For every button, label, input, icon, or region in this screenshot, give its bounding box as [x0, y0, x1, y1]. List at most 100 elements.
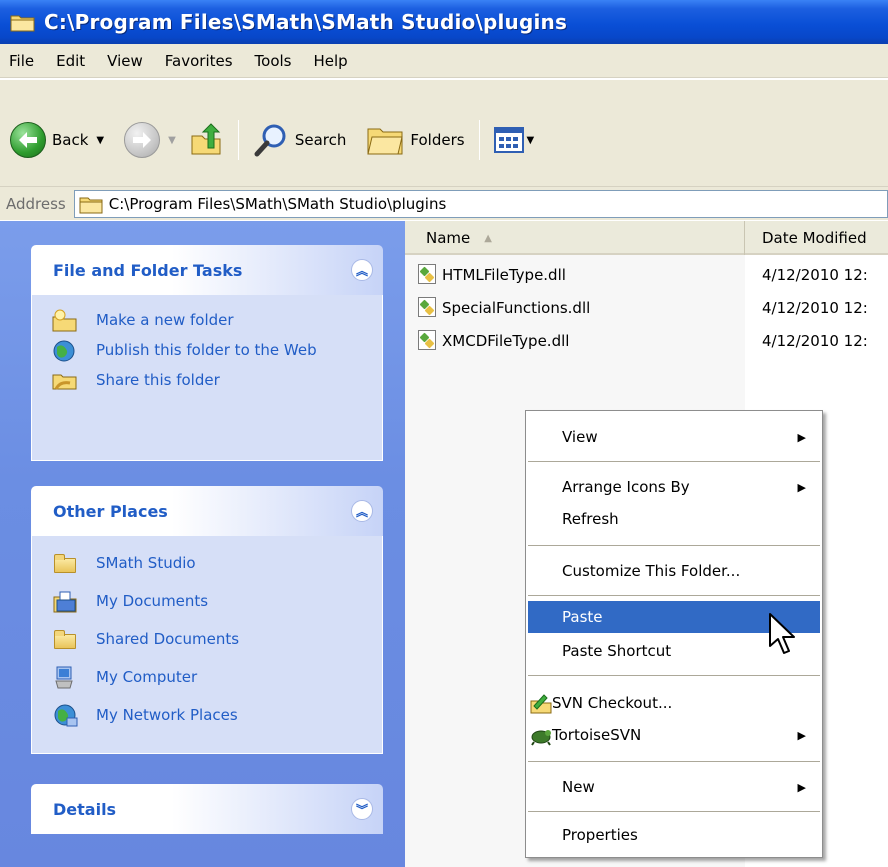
place-label: My Documents [96, 592, 209, 610]
menu-edit[interactable]: Edit [45, 52, 96, 70]
details-panel: Details ︾ [31, 784, 383, 834]
menu-item-label: Paste [562, 608, 603, 626]
file-row[interactable]: SpecialFunctions.dll 4/12/2010 12: [405, 294, 888, 321]
menu-item-arrange-icons-by[interactable]: Arrange Icons By ▶ [528, 471, 820, 503]
toolbar-separator [237, 120, 239, 160]
place-shared-documents[interactable]: Shared Documents [52, 628, 372, 652]
dll-file-icon [418, 264, 438, 285]
panel-header[interactable]: File and Folder Tasks ︽ [31, 245, 383, 295]
window-title: C:\Program Files\SMath\SMath Studio\plug… [44, 10, 568, 34]
menu-file[interactable]: File [0, 52, 45, 70]
task-make-new-folder[interactable]: Make a new folder [52, 309, 372, 333]
other-places-panel: Other Places ︽ SMath Studio My Documents… [31, 486, 383, 754]
menu-item-view[interactable]: View ▶ [528, 421, 820, 453]
menu-item-new[interactable]: New ▶ [528, 771, 820, 803]
forward-button[interactable]: ▼ [118, 116, 182, 164]
up-folder-button[interactable] [182, 116, 230, 164]
svn-checkout-icon [530, 692, 552, 714]
task-share-folder[interactable]: Share this folder [52, 369, 372, 393]
column-name[interactable]: Name ▲ [405, 221, 745, 255]
search-label: Search [294, 131, 347, 149]
menu-item-svn-checkout[interactable]: SVN Checkout... [528, 687, 820, 719]
column-date-label: Date Modified [762, 229, 867, 247]
views-button[interactable]: ▼ [488, 116, 541, 164]
task-publish-folder[interactable]: Publish this folder to the Web [52, 339, 372, 363]
panel-title: Other Places [53, 501, 168, 521]
menu-separator [528, 595, 820, 596]
panel-header[interactable]: Details ︾ [31, 784, 383, 834]
menu-item-refresh[interactable]: Refresh [528, 503, 820, 535]
file-name: SpecialFunctions.dll [442, 298, 591, 317]
place-my-computer[interactable]: My Computer [52, 666, 372, 690]
folders-label: Folders [410, 131, 465, 149]
folder-icon [10, 12, 36, 32]
toolbar: Back ▼ ▼ Search Folders ▼ [0, 79, 888, 189]
search-button[interactable]: Search [247, 116, 353, 164]
tortoisesvn-icon [530, 724, 552, 746]
menu-item-label: Properties [562, 826, 638, 844]
address-label: Address [6, 194, 66, 213]
folder-icon [52, 552, 78, 576]
back-dropdown-icon[interactable]: ▼ [96, 135, 104, 146]
task-label: Publish this folder to the Web [96, 341, 317, 359]
place-my-network-places[interactable]: My Network Places [52, 704, 372, 728]
dll-file-icon [418, 330, 438, 351]
menu-item-tortoisesvn[interactable]: TortoiseSVN ▶ [528, 719, 820, 751]
back-button[interactable]: Back ▼ [4, 116, 110, 164]
panel-body: SMath Studio My Documents Shared Documen… [31, 536, 383, 754]
computer-icon [52, 666, 78, 690]
menu-separator [528, 461, 820, 462]
place-smath-studio[interactable]: SMath Studio [52, 552, 372, 576]
folders-button[interactable]: Folders [360, 116, 470, 164]
panel-title: File and Folder Tasks [53, 260, 243, 280]
back-arrow-icon [10, 122, 46, 158]
menu-separator [528, 675, 820, 676]
file-date: 4/12/2010 12: [762, 265, 868, 284]
forward-arrow-icon [124, 122, 161, 158]
toolbar-separator [478, 120, 480, 160]
column-name-label: Name [426, 229, 471, 247]
menu-separator [528, 761, 820, 762]
folders-icon [367, 128, 404, 155]
place-label: My Network Places [96, 706, 238, 724]
back-label: Back [52, 131, 89, 149]
panel-title: Details [53, 799, 117, 819]
up-folder-icon [191, 123, 221, 155]
menu-tools[interactable]: Tools [244, 52, 303, 70]
menu-view[interactable]: View [96, 52, 154, 70]
menu-bar: File Edit View Favorites Tools Help [0, 44, 888, 78]
collapse-icon[interactable]: ︽ [351, 259, 373, 281]
file-folder-tasks-panel: File and Folder Tasks ︽ Make a new folde… [31, 245, 383, 461]
file-row[interactable]: XMCDFileType.dll 4/12/2010 12: [405, 327, 888, 354]
panel-body: Make a new folder Publish this folder to… [31, 295, 383, 461]
folder-icon [79, 197, 103, 213]
menu-item-label: TortoiseSVN [552, 726, 642, 744]
column-date-modified[interactable]: Date Modified [746, 221, 888, 255]
folder-icon [52, 628, 78, 652]
submenu-arrow-icon: ▶ [797, 430, 806, 444]
menu-item-label: Refresh [562, 510, 619, 528]
menu-favorites[interactable]: Favorites [154, 52, 244, 70]
new-folder-icon [52, 309, 78, 333]
panel-header[interactable]: Other Places ︽ [31, 486, 383, 536]
file-date: 4/12/2010 12: [762, 331, 868, 350]
views-icon [493, 127, 524, 153]
views-dropdown-icon[interactable]: ▼ [527, 135, 535, 146]
address-field[interactable]: C:\Program Files\SMath\SMath Studio\plug… [73, 189, 888, 218]
menu-item-properties[interactable]: Properties [528, 819, 820, 851]
submenu-arrow-icon: ▶ [797, 780, 806, 794]
collapse-icon[interactable]: ︽ [351, 500, 373, 522]
dll-file-icon [418, 297, 438, 318]
menu-help[interactable]: Help [303, 52, 359, 70]
place-my-documents[interactable]: My Documents [52, 590, 372, 614]
mouse-cursor-icon [769, 613, 795, 654]
title-bar[interactable]: C:\Program Files\SMath\SMath Studio\plug… [0, 0, 888, 44]
menu-item-customize-folder[interactable]: Customize This Folder... [528, 555, 820, 587]
search-icon [254, 124, 286, 157]
task-label: Make a new folder [96, 311, 234, 329]
menu-item-label: New [562, 778, 595, 796]
file-row[interactable]: HTMLFileType.dll 4/12/2010 12: [405, 261, 888, 288]
submenu-arrow-icon: ▶ [797, 480, 806, 494]
forward-dropdown-icon[interactable]: ▼ [168, 135, 176, 146]
expand-icon[interactable]: ︾ [351, 798, 373, 820]
